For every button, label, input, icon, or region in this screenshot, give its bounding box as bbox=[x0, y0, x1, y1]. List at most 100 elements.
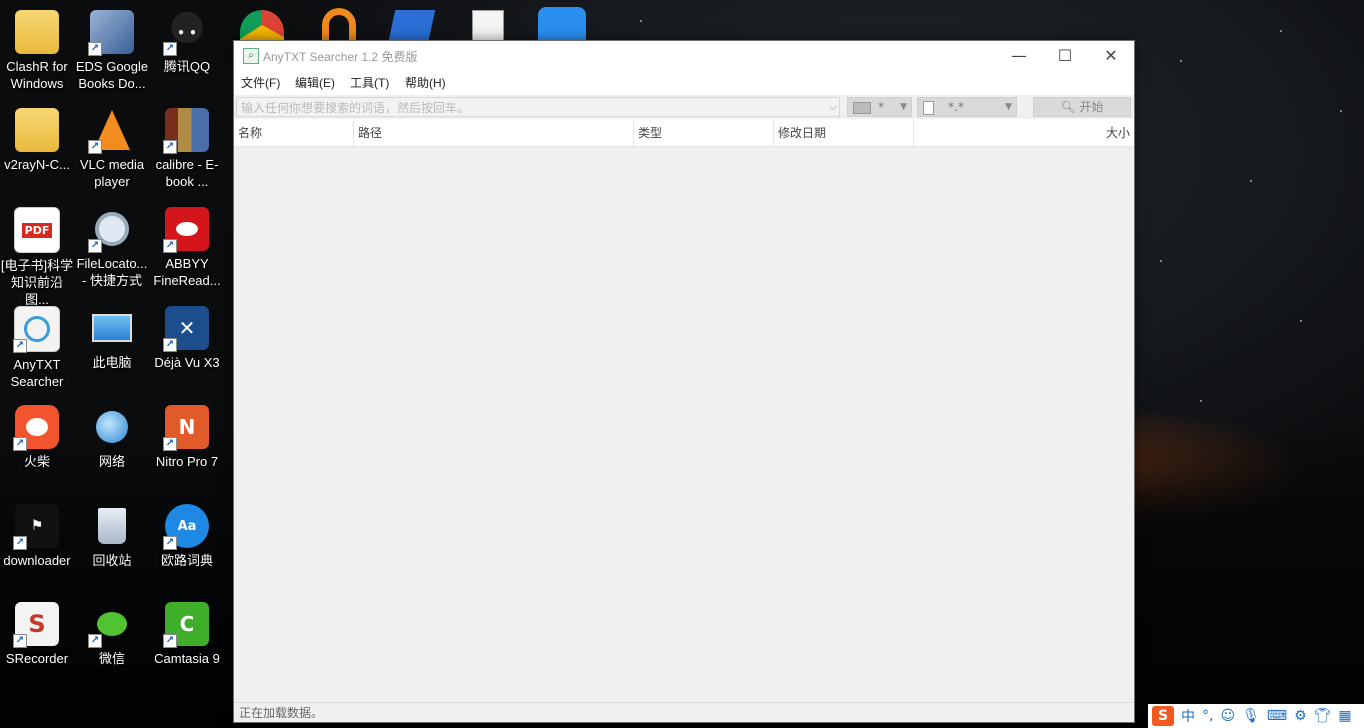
desktop-icon-label: 欧路词典 bbox=[160, 553, 213, 568]
status-bar: 正在加载数据。 bbox=[234, 702, 1134, 722]
desktop-icon-huochai[interactable]: ↗ 火柴 bbox=[0, 405, 74, 470]
desktop-icon-network[interactable]: 网络 bbox=[75, 405, 149, 470]
desktop-icon-label: EDS Google Books Do... bbox=[75, 59, 149, 91]
sogou-logo-icon[interactable]: S bbox=[1152, 706, 1174, 726]
anytxt-icon: ↗ bbox=[13, 306, 60, 353]
desktop-icon-qq[interactable]: • • ↗ 腾讯QQ bbox=[150, 10, 224, 75]
desktop-icon-downloader[interactable]: ⚑ ↗ downloader bbox=[0, 504, 74, 569]
menu-tools[interactable]: 工具(T) bbox=[350, 74, 389, 91]
desktop-icon-eds[interactable]: ↗ EDS Google Books Do... bbox=[75, 10, 149, 92]
maximize-button[interactable]: ☐ bbox=[1042, 41, 1088, 71]
desktop-icon-nitro[interactable]: N ↗ Nitro Pro 7 bbox=[150, 405, 224, 470]
toolbar: 输入任何你想要搜索的词语，然后按回车。 ⌵ * ▼ *.* ▼ 🔍︎ 开始 bbox=[234, 95, 1134, 119]
desktop-icon-label: FileLocato... - 快捷方式 bbox=[76, 256, 148, 288]
emoji-icon[interactable]: ☺ bbox=[1220, 708, 1235, 724]
desktop-icon-label: ClashR for Windows bbox=[6, 59, 68, 91]
desktop-icon-label: Nitro Pro 7 bbox=[155, 454, 219, 469]
desktop-icon-vlc[interactable]: ↗ VLC media player bbox=[75, 108, 149, 190]
document-icon[interactable] bbox=[472, 10, 504, 41]
huochai-icon: ↗ bbox=[13, 405, 59, 451]
desktop-icon-label: 火柴 bbox=[23, 454, 50, 469]
column-size[interactable]: 大小 bbox=[914, 121, 1134, 146]
anytxt-window: ⌕ AnyTXT Searcher 1.2 免费版 — ☐ ✕ 文件(F) 编辑… bbox=[233, 40, 1135, 723]
folder-icon bbox=[15, 108, 59, 152]
search-placeholder: 输入任何你想要搜索的词语，然后按回车。 bbox=[241, 101, 470, 115]
menu-file[interactable]: 文件(F) bbox=[241, 74, 280, 91]
results-list[interactable] bbox=[234, 147, 1134, 702]
blue-book-icon[interactable] bbox=[388, 10, 436, 40]
srecorder-icon: S ↗ bbox=[13, 602, 59, 648]
column-path[interactable]: 路径 bbox=[354, 121, 634, 146]
orange-ring-icon[interactable] bbox=[322, 8, 356, 40]
recycle-bin-icon bbox=[90, 504, 134, 548]
menu-help[interactable]: 帮助(H) bbox=[405, 74, 446, 91]
desktop-icon-eudic[interactable]: Aa ↗ 欧路词典 bbox=[150, 504, 224, 569]
desktop-icon-srecorder[interactable]: S ↗ SRecorder bbox=[0, 602, 74, 667]
desktop-icon-label: 回收站 bbox=[92, 553, 132, 568]
downloader-icon: ⚑ ↗ bbox=[13, 504, 59, 550]
user-settings-icon[interactable]: ⚙ bbox=[1294, 708, 1307, 724]
app-icon: ⌕ bbox=[243, 48, 259, 64]
book-download-icon: ↗ bbox=[88, 10, 134, 56]
desktop-icon-label: Déjà Vu X3 bbox=[154, 355, 220, 370]
magnifier-icon: ↗ bbox=[88, 207, 134, 253]
drive-select-value: * bbox=[878, 100, 884, 114]
desktop-icon-label: VLC media player bbox=[79, 157, 145, 189]
chevron-down-icon[interactable]: ⌵ bbox=[829, 98, 837, 118]
desktop-icon-label: 此电脑 bbox=[92, 355, 132, 370]
column-name[interactable]: 名称 bbox=[234, 121, 354, 146]
keyboard-icon[interactable]: ⌨ bbox=[1267, 708, 1287, 724]
desktop-icon-pdf-book[interactable]: PDF [电子书]科学知识前沿图... bbox=[0, 207, 74, 308]
eudic-icon: Aa ↗ bbox=[163, 504, 209, 550]
results-header: 名称 路径 类型 修改日期 大小 bbox=[234, 121, 1134, 147]
desktop-icon-dejavu[interactable]: ✕ ↗ Déjà Vu X3 bbox=[150, 306, 224, 371]
desktop-icon-label: [电子书]科学知识前沿图... bbox=[0, 258, 74, 307]
desktop-icon-calibre[interactable]: ↗ calibre - E-book ... bbox=[150, 108, 224, 190]
desktop-icon-this-pc[interactable]: 此电脑 bbox=[75, 306, 149, 371]
ime-toolbar[interactable]: S 中 °, ☺ 🎙︎ ⌨ ⚙ 👕︎ ▦ bbox=[1148, 704, 1364, 728]
desktop-icon-clashr[interactable]: ClashR for Windows bbox=[0, 10, 74, 92]
desktop-icon-label: 腾讯QQ bbox=[163, 59, 211, 74]
desktop-icon-v2rayn[interactable]: v2rayN-C... bbox=[0, 108, 74, 173]
filetype-select-value: *.* bbox=[948, 100, 964, 114]
camtasia-icon: C ↗ bbox=[163, 602, 209, 648]
column-type[interactable]: 类型 bbox=[634, 121, 774, 146]
status-text: 正在加载数据。 bbox=[239, 706, 324, 720]
start-button-label: 开始 bbox=[1079, 100, 1104, 114]
drive-select[interactable]: * ▼ bbox=[847, 97, 912, 117]
title-bar[interactable]: ⌕ AnyTXT Searcher 1.2 免费版 — ☐ ✕ bbox=[234, 41, 1134, 71]
ime-punctuation-indicator[interactable]: °, bbox=[1202, 708, 1213, 724]
ime-language-indicator[interactable]: 中 bbox=[1181, 706, 1195, 726]
desktop-icon-camtasia[interactable]: C ↗ Camtasia 9 bbox=[150, 602, 224, 667]
column-modified-date[interactable]: 修改日期 bbox=[774, 121, 914, 146]
desktop-icon-recycle-bin[interactable]: 回收站 bbox=[75, 504, 149, 569]
vlc-cone-icon: ↗ bbox=[88, 108, 134, 154]
window-title: AnyTXT Searcher 1.2 免费版 bbox=[263, 50, 418, 64]
qq-penguin-icon: • • ↗ bbox=[163, 10, 209, 56]
desktop-icon-anytxt[interactable]: ↗ AnyTXT Searcher bbox=[0, 306, 74, 390]
minimize-button[interactable]: — bbox=[996, 41, 1042, 71]
folder-icon bbox=[15, 10, 59, 54]
desktop-icon-label: ABBYY FineRead... bbox=[153, 256, 221, 288]
desktop-icon-label: v2rayN-C... bbox=[4, 157, 70, 172]
desktop-icon-label: downloader bbox=[3, 553, 71, 568]
desktop-icon-abbyy[interactable]: ↗ ABBYY FineRead... bbox=[150, 207, 224, 289]
grid-menu-icon[interactable]: ▦ bbox=[1338, 708, 1351, 724]
close-button[interactable]: ✕ bbox=[1088, 41, 1134, 71]
start-search-button[interactable]: 🔍︎ 开始 bbox=[1033, 97, 1131, 117]
desktop-icon-label: 网络 bbox=[98, 454, 125, 469]
desktop-icon-filelocator[interactable]: ↗ FileLocato... - 快捷方式 bbox=[75, 207, 149, 289]
filetype-select[interactable]: *.* ▼ bbox=[917, 97, 1017, 117]
desktop-icon-wechat[interactable]: ↗ 微信 bbox=[75, 602, 149, 667]
microphone-icon[interactable]: 🎙︎ bbox=[1242, 708, 1260, 724]
cloud-app-icon[interactable] bbox=[538, 7, 586, 40]
search-input[interactable]: 输入任何你想要搜索的词语，然后按回车。 ⌵ bbox=[236, 97, 840, 117]
abbyy-icon: ↗ bbox=[163, 207, 209, 253]
network-globe-icon bbox=[90, 405, 134, 449]
skin-shirt-icon[interactable]: 👕︎ bbox=[1314, 708, 1332, 724]
desktop-icon-label: calibre - E-book ... bbox=[155, 157, 219, 189]
pdf-file-icon: PDF bbox=[14, 207, 60, 253]
chrome-icon[interactable] bbox=[240, 10, 284, 40]
menu-edit[interactable]: 编辑(E) bbox=[295, 74, 335, 91]
computer-icon bbox=[90, 306, 134, 350]
